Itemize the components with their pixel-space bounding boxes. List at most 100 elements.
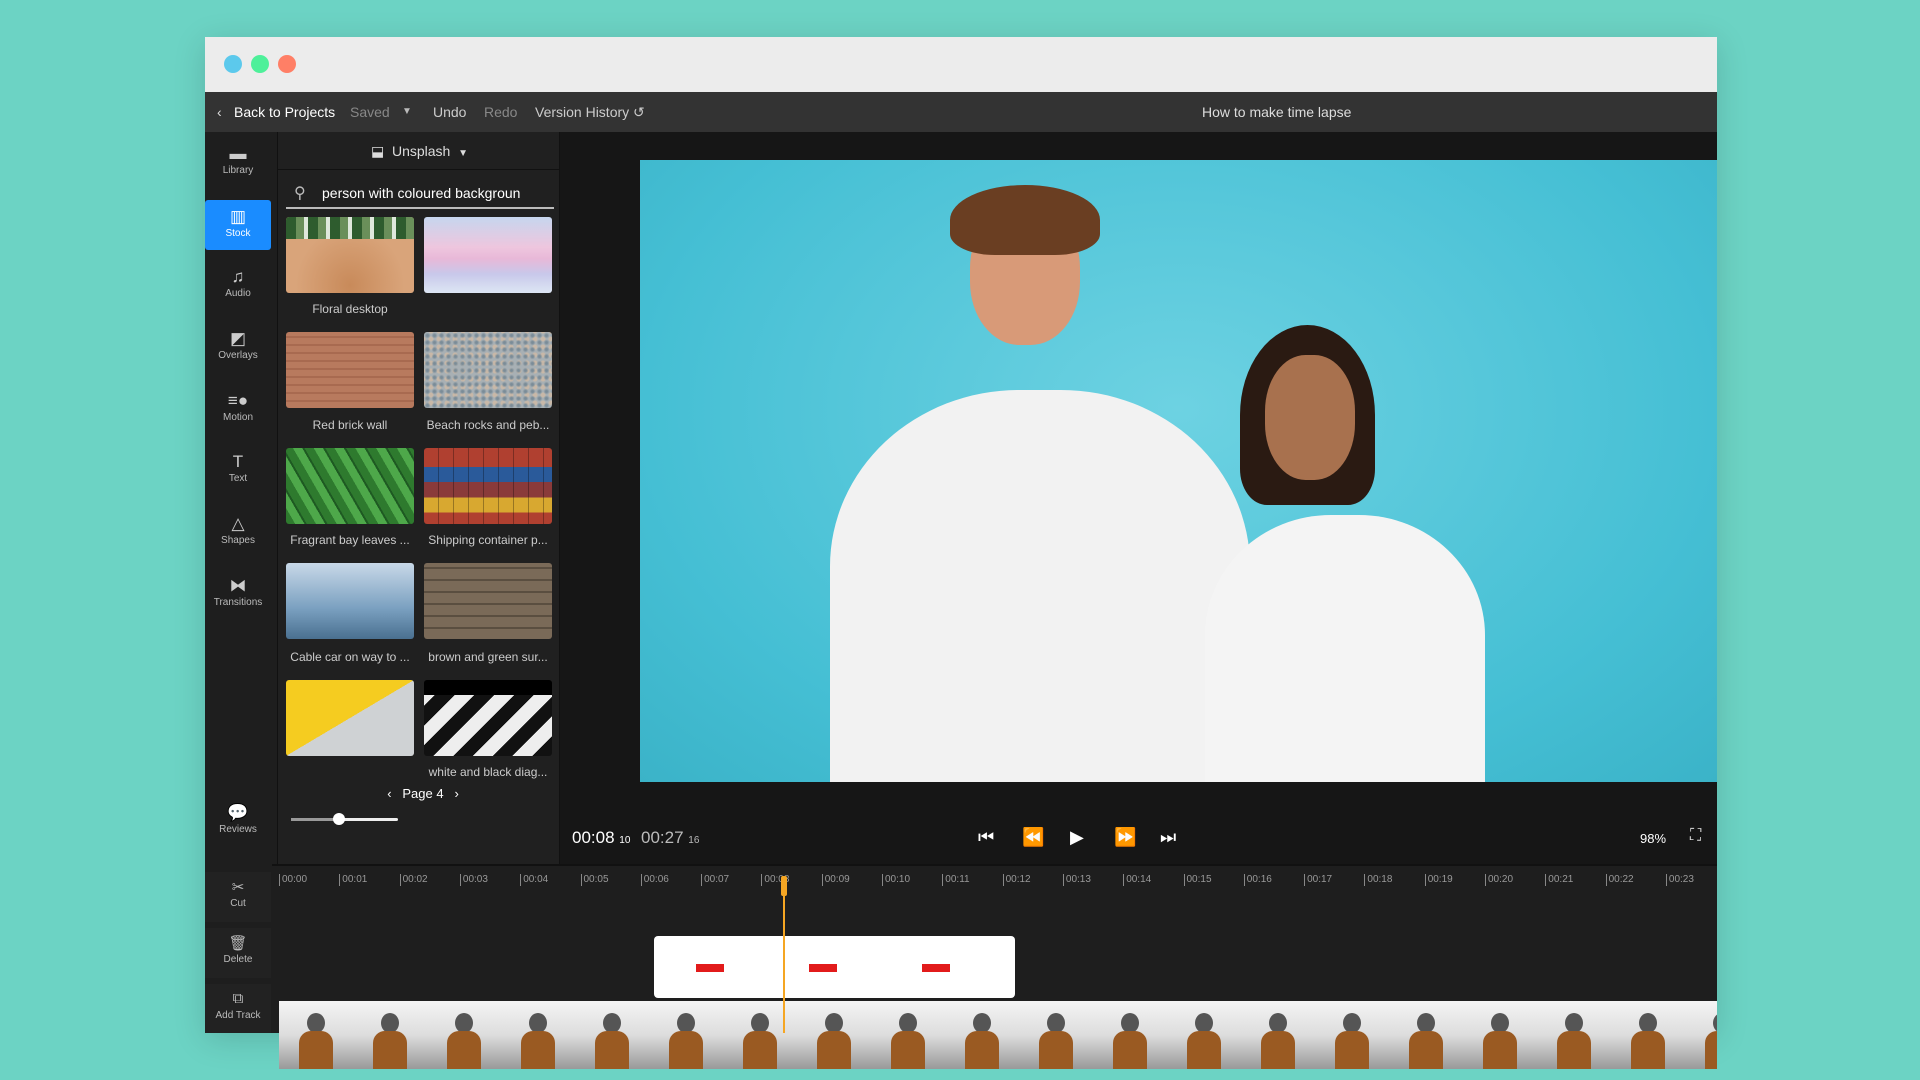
sidebar-label: Overlays — [218, 350, 258, 361]
zoom-level[interactable]: 98% — [1640, 831, 1666, 846]
stock-thumb[interactable] — [424, 680, 552, 756]
tool-label: Add Track — [215, 1010, 261, 1021]
redo-button[interactable]: Redo — [484, 104, 517, 120]
film-frame — [1537, 1001, 1611, 1069]
thumb-size-slider[interactable] — [291, 813, 398, 825]
cut-button[interactable]: ✂ Cut — [205, 872, 271, 922]
film-frame — [1463, 1001, 1537, 1069]
play-icon[interactable]: ▶ — [1070, 827, 1084, 848]
stock-thumb[interactable] — [424, 563, 552, 639]
stock-thumb[interactable] — [424, 217, 552, 293]
fullscreen-icon[interactable]: ⛶ — [1690, 827, 1701, 845]
sidebar-label: Stock — [225, 228, 251, 239]
sidebar-label: Audio — [225, 288, 251, 299]
window-light-1[interactable] — [224, 55, 242, 73]
film-frame — [1241, 1001, 1315, 1069]
rewind-icon[interactable]: ⏪ — [1022, 827, 1044, 848]
clip-marker — [809, 964, 837, 972]
history-icon[interactable]: ↺ — [633, 104, 645, 121]
search-input[interactable]: person with coloured backgroun — [322, 185, 520, 201]
delete-button[interactable]: 🗑 Delete — [205, 928, 271, 978]
window-light-3[interactable] — [278, 55, 296, 73]
next-page-button[interactable]: › — [454, 786, 458, 801]
stock-thumb[interactable] — [286, 680, 414, 756]
stock-thumb[interactable] — [286, 217, 414, 293]
film-frame — [427, 1001, 501, 1069]
sidebar-item-audio[interactable]: ♫ Audio — [205, 260, 271, 310]
skip-end-icon[interactable]: ⏭ — [1160, 827, 1176, 848]
ruler-tick: 00:23 — [1665, 874, 1694, 886]
film-frame — [1611, 1001, 1685, 1069]
ruler-tick: 00:07 — [701, 874, 729, 886]
tool-label: Delete — [223, 954, 253, 965]
film-frame — [353, 1001, 427, 1069]
slider-knob[interactable] — [333, 813, 345, 825]
ruler-tick: 00:14 — [1123, 874, 1151, 886]
time-ruler[interactable]: 00:00 00:01 00:02 00:03 00:04 00:05 00:06 00:07… — [279, 866, 1719, 896]
sidebar-label: Transitions — [213, 597, 263, 608]
ruler-tick: 00:10 — [882, 874, 910, 886]
video-preview[interactable] — [640, 160, 1717, 782]
video-track[interactable] — [279, 1001, 1717, 1069]
thumb-label: Floral desktop — [312, 302, 388, 316]
chat-bubbles-icon: 💬 — [227, 803, 249, 822]
trash-icon: 🗑 — [228, 935, 248, 952]
ruler-tick: 00:00 — [279, 874, 307, 886]
sidebar-item-reviews[interactable]: 💬 Reviews — [205, 796, 271, 846]
ruler-tick: 00:11 — [942, 874, 970, 886]
film-frame — [649, 1001, 723, 1069]
window-light-2[interactable] — [251, 55, 269, 73]
film-frame — [871, 1001, 945, 1069]
sidebar-item-library[interactable]: ▬ Library — [205, 137, 271, 187]
unsplash-icon: ⬓ — [370, 143, 385, 159]
add-track-icon: ⧉ — [232, 990, 244, 1007]
music-note-icon: ♫ — [231, 267, 245, 286]
stock-thumb[interactable] — [424, 332, 552, 408]
ruler-tick: 00:17 — [1304, 874, 1332, 886]
fast-forward-icon[interactable]: ⏩ — [1114, 827, 1136, 848]
film-frame — [1019, 1001, 1093, 1069]
stock-thumb[interactable] — [424, 448, 552, 524]
sidebar-item-text[interactable]: T Text — [205, 445, 271, 495]
stock-panel: ⬓ Unsplash ▼ ⚲ person with coloured back… — [277, 132, 561, 864]
thumb-label: Shipping container p... — [428, 533, 548, 547]
title-bar — [205, 37, 1717, 92]
search-icon: ⚲ — [294, 185, 306, 202]
sidebar-item-motion[interactable]: ≡● Motion — [205, 384, 271, 434]
playhead[interactable] — [783, 876, 785, 1033]
stock-thumb[interactable] — [286, 448, 414, 524]
ruler-tick: 00:22 — [1605, 874, 1634, 886]
sidebar-item-transitions[interactable]: ⧓ Transitions — [205, 569, 271, 619]
film-frame — [1389, 1001, 1463, 1069]
prev-page-button[interactable]: ‹ — [387, 786, 391, 801]
saved-dropdown-icon[interactable]: ▼ — [402, 106, 412, 117]
skip-start-icon[interactable]: ⏮ — [978, 827, 994, 848]
current-time: 00:08 10 — [572, 828, 631, 847]
ruler-tick: 00:13 — [1062, 874, 1091, 886]
version-history-button[interactable]: Version History — [535, 104, 629, 120]
undo-button[interactable]: Undo — [433, 104, 466, 120]
chevron-left-icon[interactable]: ‹ — [217, 104, 222, 120]
search-field[interactable]: ⚲ person with coloured backgroun — [286, 177, 554, 209]
ruler-tick: 00:15 — [1183, 874, 1212, 886]
thumb-label: Cable car on way to ... — [290, 650, 410, 664]
overlay-icon: ◩ — [229, 329, 247, 348]
film-frame — [945, 1001, 1019, 1069]
film-frame — [501, 1001, 575, 1069]
stock-thumb[interactable] — [286, 332, 414, 408]
film-frame — [1685, 1001, 1717, 1069]
source-dropdown[interactable]: ⬓ Unsplash ▼ — [278, 132, 561, 170]
ruler-tick: 00:05 — [580, 874, 609, 886]
sidebar-item-overlays[interactable]: ◩ Overlays — [205, 322, 271, 372]
film-frame — [575, 1001, 649, 1069]
add-track-button[interactable]: ⧉ Add Track — [205, 984, 271, 1033]
sidebar-item-shapes[interactable]: △ Shapes — [205, 507, 271, 557]
sidebar-item-stock[interactable]: ▥ Stock — [205, 200, 271, 250]
back-to-projects-link[interactable]: Back to Projects — [234, 104, 335, 120]
stock-icon: ▥ — [229, 207, 247, 226]
top-toolbar: ‹ Back to Projects Saved ▼ Undo Redo Ver… — [205, 92, 1717, 132]
transitions-icon: ⧓ — [229, 576, 247, 595]
stock-thumb[interactable] — [286, 563, 414, 639]
text-clip[interactable] — [654, 936, 1015, 998]
thumb-label: brown and green sur... — [428, 650, 548, 664]
